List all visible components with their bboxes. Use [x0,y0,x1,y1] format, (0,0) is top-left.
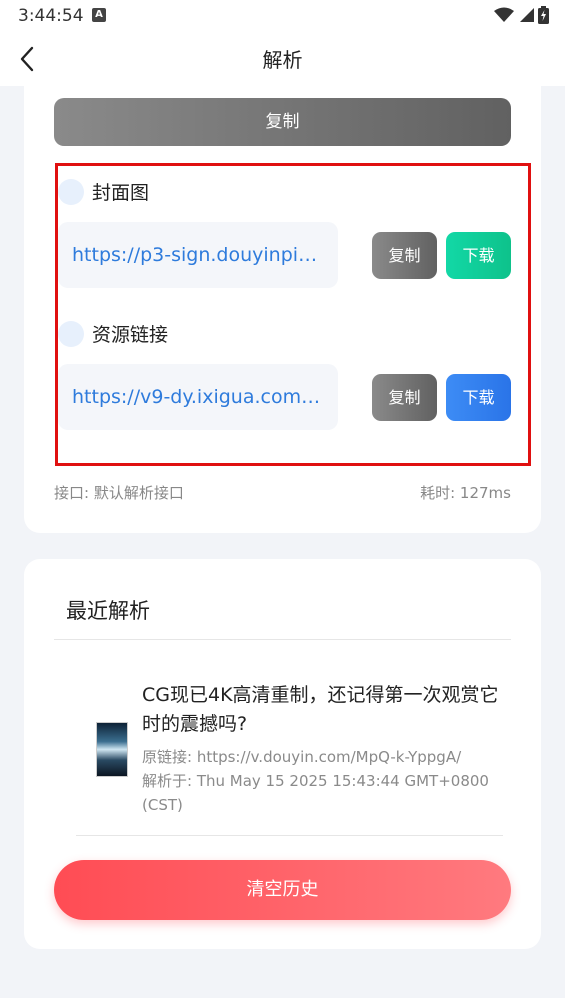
select-circle-icon[interactable] [58,178,84,205]
copy-source-button[interactable]: 复制 [372,374,437,421]
result-card: 复制 封面图 https://p3-sign.douyinpic.com/tos… [24,86,541,533]
copy-all-button[interactable]: 复制 [54,98,511,146]
recent-card: 最近解析 CG现已4K高清重制，还记得第一次观赏它时的震撼吗? 原链接: htt… [24,559,541,949]
resource-label: 资源链接 [92,324,169,346]
divider [54,639,511,640]
video-thumbnail[interactable] [96,722,128,777]
source-link[interactable]: https://v9-dy.ixigua.com/video/ [72,386,324,408]
download-source-button[interactable]: 下载 [446,374,511,421]
recent-title: 最近解析 [66,599,150,623]
status-icons [494,6,549,24]
status-time: 3:44:54 [18,6,84,26]
signal-icon [520,8,534,22]
status-bar: 3:44:54 A [0,0,565,32]
resource-label: 封面图 [92,182,150,204]
accessibility-indicator-icon: A [92,8,106,22]
download-cover-button[interactable]: 下载 [446,232,511,279]
divider [76,835,503,836]
api-label: 接口: 默认解析接口 [54,484,184,502]
item-origin-link: 原链接: https://v.douyin.com/MpQ-k-YppgA/ [142,748,462,766]
item-parsed-time: 解析于: Thu May 15 2025 15:43:44 GMT+0800 (… [142,772,489,814]
select-circle-icon[interactable] [58,320,84,347]
battery-icon [538,6,549,24]
cover-link-box[interactable]: https://p3-sign.douyinpic.com/tos-cn-i-d… [58,222,338,288]
source-link-box[interactable]: https://v9-dy.ixigua.com/video/ [58,364,338,430]
cover-link[interactable]: https://p3-sign.douyinpic.com/tos-cn-i-d… [72,244,324,266]
copy-cover-button[interactable]: 复制 [372,232,437,279]
app-header: 解析 [0,32,565,86]
page-title: 解析 [262,48,303,72]
item-title[interactable]: CG现已4K高清重制，还记得第一次观赏它时的震撼吗? [142,681,502,739]
wifi-icon [494,7,514,22]
resource-title-source: 资源链接 [58,320,168,347]
elapsed-time-label: 耗时: 127ms [420,484,511,502]
resource-title-cover: 封面图 [58,178,149,205]
item-meta: 原链接: https://v.douyin.com/MpQ-k-YppgA/ 解… [142,745,502,817]
clear-history-button[interactable]: 清空历史 [54,860,511,920]
